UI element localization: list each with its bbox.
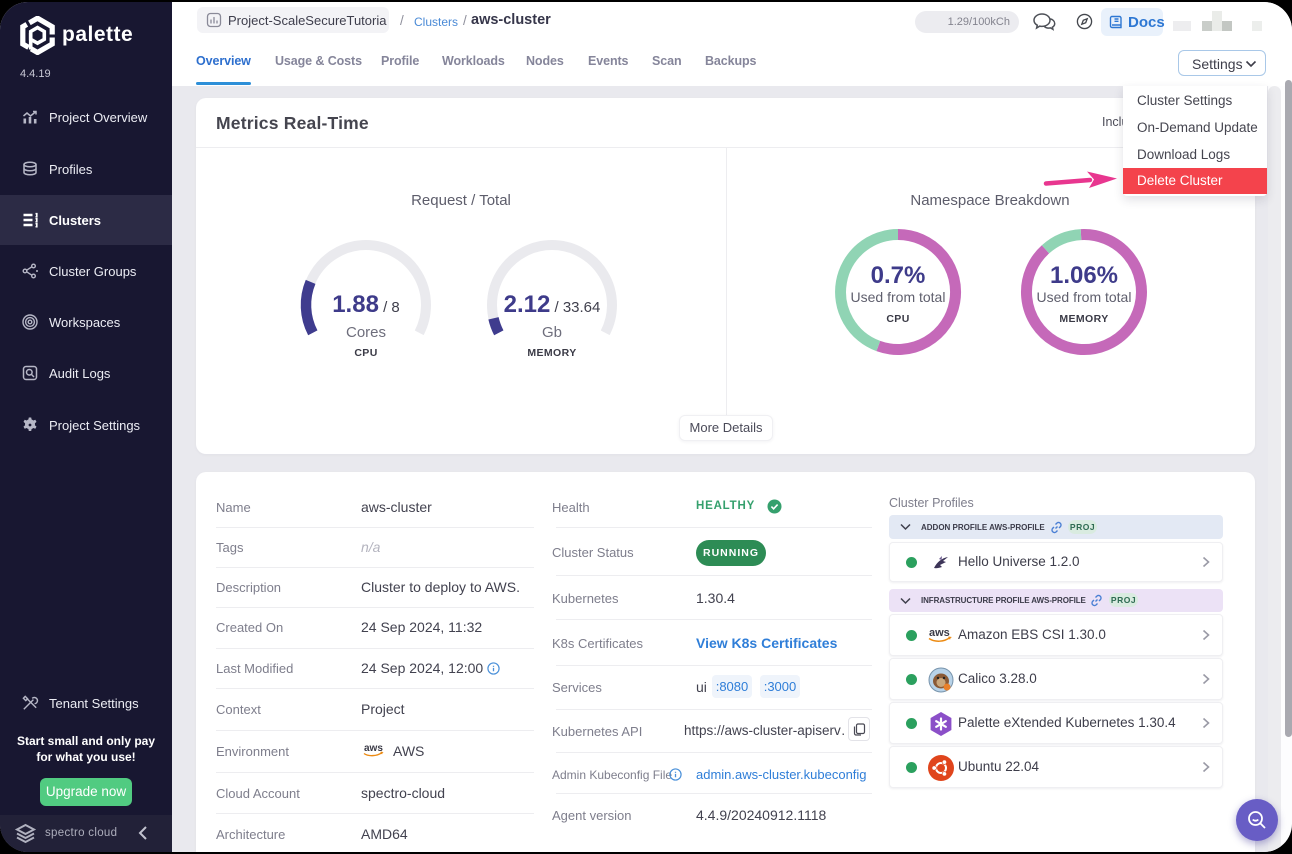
svg-text:aws: aws — [364, 743, 383, 754]
svg-text:aws: aws — [929, 627, 950, 639]
